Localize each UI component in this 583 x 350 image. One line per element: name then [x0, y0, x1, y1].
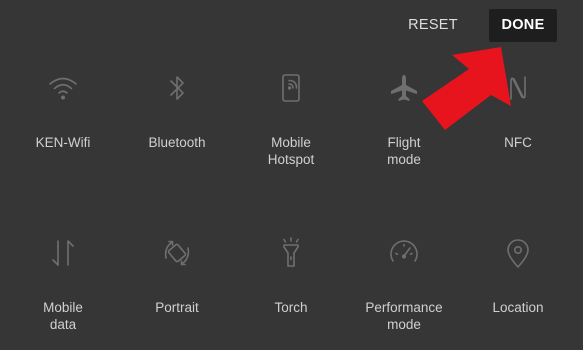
- tile-wifi[interactable]: KEN-Wifi: [8, 71, 118, 151]
- tile-label: Mobile Hotspot: [267, 135, 315, 167]
- tile-portrait[interactable]: Portrait: [122, 236, 232, 316]
- location-pin-icon: [501, 236, 535, 270]
- tile-label: Location: [492, 300, 544, 315]
- tile-mobile-data[interactable]: Mobile data: [8, 236, 118, 333]
- nfc-icon: [501, 71, 535, 105]
- speedometer-icon: [387, 236, 421, 270]
- flashlight-icon: [274, 236, 308, 270]
- tile-mobile-hotspot[interactable]: Mobile Hotspot: [236, 71, 346, 168]
- bluetooth-icon: [160, 71, 194, 105]
- tile-label: Torch: [274, 300, 308, 315]
- tile-torch[interactable]: Torch: [236, 236, 346, 316]
- hotspot-icon: [274, 71, 308, 105]
- tile-label: Mobile data: [43, 300, 83, 332]
- tile-label: Performance mode: [365, 300, 443, 332]
- tile-label: Portrait: [155, 300, 199, 315]
- reset-button[interactable]: RESET: [404, 9, 462, 42]
- mobile-data-icon: [46, 236, 80, 270]
- tile-location[interactable]: Location: [463, 236, 573, 316]
- tile-performance-mode[interactable]: Performance mode: [349, 236, 459, 333]
- tile-flight-mode[interactable]: Flight mode: [349, 71, 459, 168]
- done-button[interactable]: DONE: [489, 9, 557, 42]
- rotate-icon: [160, 236, 194, 270]
- tile-label: KEN-Wifi: [35, 135, 91, 150]
- tile-nfc[interactable]: NFC: [463, 71, 573, 151]
- tile-bluetooth[interactable]: Bluetooth: [122, 71, 232, 151]
- airplane-icon: [387, 71, 421, 105]
- tile-label: NFC: [504, 135, 532, 150]
- tile-label: Bluetooth: [148, 135, 206, 150]
- tile-label: Flight mode: [387, 135, 421, 167]
- wifi-icon: [46, 71, 80, 105]
